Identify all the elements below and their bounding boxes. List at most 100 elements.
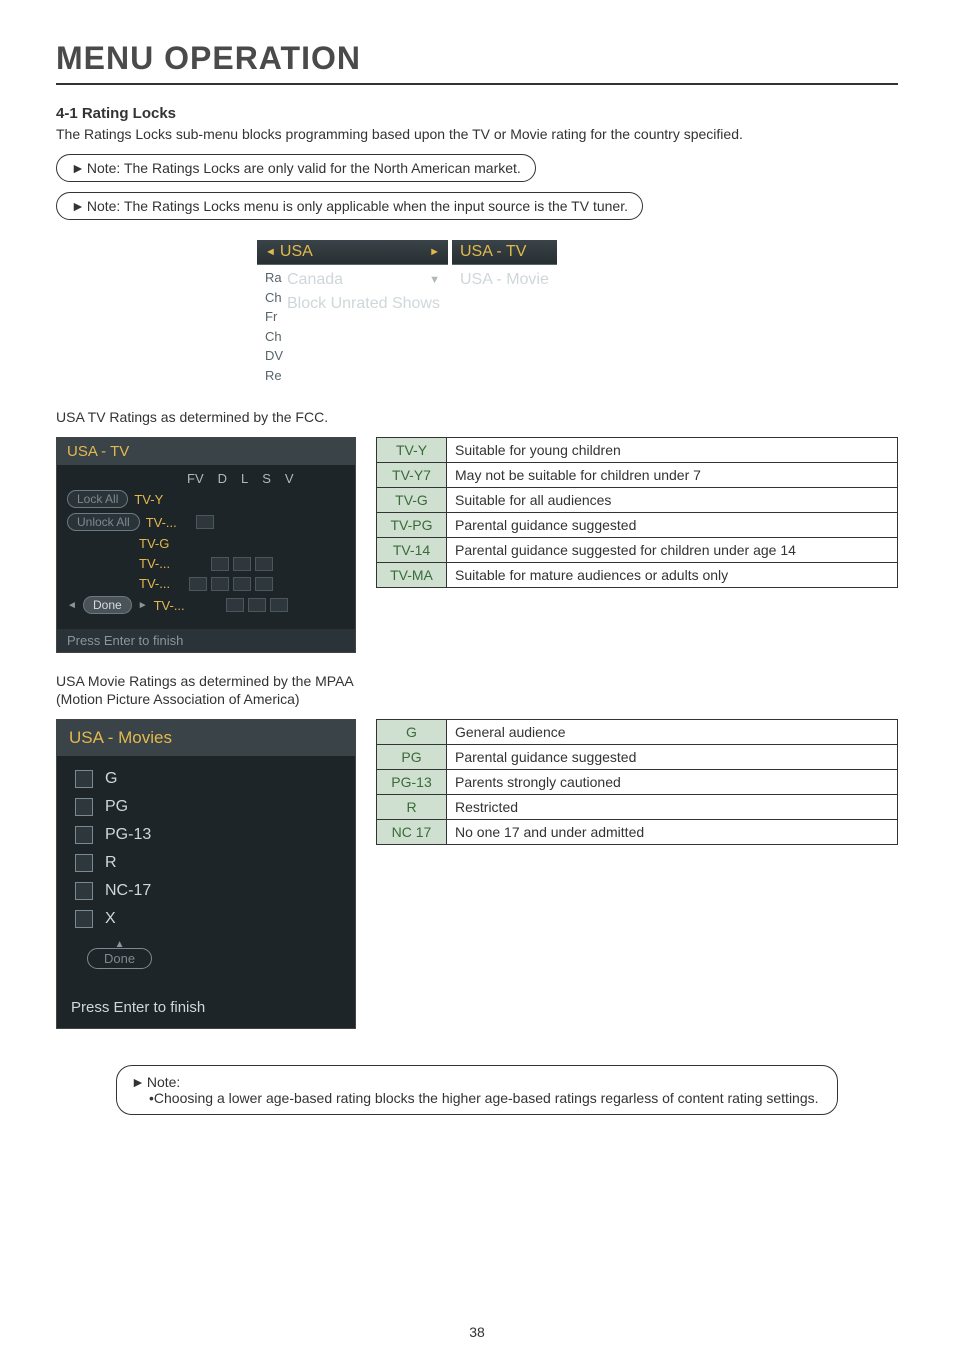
- rating-checkbox[interactable]: [189, 577, 207, 591]
- movie-rating-label: PG: [105, 798, 128, 816]
- rating-checkbox[interactable]: [75, 826, 93, 844]
- rating-checkbox[interactable]: [75, 770, 93, 788]
- rating-label: TV-...: [139, 576, 183, 591]
- table-row: TV-YSuitable for young children: [377, 438, 898, 463]
- country-submenu-panel: ◄ USA ► Ra Ch Fr Ch DV Re Canada ▼ Block…: [257, 240, 697, 385]
- rating-checkbox[interactable]: [211, 577, 229, 591]
- rating-code: TV-Y7: [377, 463, 447, 488]
- col-label: L: [241, 471, 248, 486]
- note-1-text: Note: The Ratings Locks are only valid f…: [87, 160, 521, 176]
- rating-desc: Parents strongly cautioned: [447, 770, 898, 795]
- rating-checkbox[interactable]: [75, 882, 93, 900]
- rating-checkbox[interactable]: [226, 598, 244, 612]
- country-right-header-text: USA - TV: [460, 243, 526, 261]
- table-row: RRestricted: [377, 795, 898, 820]
- note-label: Note:: [147, 1074, 180, 1090]
- rating-checkbox[interactable]: [233, 577, 251, 591]
- rating-desc: Parental guidance suggested: [447, 513, 898, 538]
- table-row: TV-GSuitable for all audiences: [377, 488, 898, 513]
- rating-checkbox[interactable]: [270, 598, 288, 612]
- usa-tv-panel: USA - TV FV D L S V Lock All TV-Y Unlock…: [56, 437, 356, 653]
- rating-desc: Suitable for mature audiences or adults …: [447, 563, 898, 588]
- done-button[interactable]: Done: [83, 596, 132, 614]
- usa-tv-ratings-table: TV-YSuitable for young children TV-Y7May…: [376, 437, 898, 588]
- unlock-all-button[interactable]: Unlock All: [67, 513, 140, 531]
- country-left-panel: ◄ USA ► Ra Ch Fr Ch DV Re Canada ▼ Block…: [257, 240, 448, 385]
- movie-rating-row[interactable]: PG: [75, 798, 337, 816]
- movie-rating-row[interactable]: R: [75, 854, 337, 872]
- obscured-menu-letters: Ra Ch Fr Ch DV Re: [265, 268, 287, 385]
- movie-rating-row[interactable]: PG-13: [75, 826, 337, 844]
- usa-movie-caption-line1: USA Movie Ratings as determined by the M…: [56, 673, 898, 689]
- rating-checkbox[interactable]: [75, 910, 93, 928]
- rating-row[interactable]: TV-...: [67, 556, 345, 571]
- lock-all-button[interactable]: Lock All: [67, 490, 128, 508]
- movie-rating-label: X: [105, 910, 116, 928]
- obscured-text: Fr: [265, 307, 287, 327]
- done-button[interactable]: ▲ Done: [87, 948, 152, 969]
- menu-item-usa-movie[interactable]: USA - Movie: [460, 268, 549, 292]
- menu-item-block-unrated[interactable]: Block Unrated Shows: [287, 292, 440, 316]
- rating-checkbox[interactable]: [255, 577, 273, 591]
- rating-desc: May not be suitable for children under 7: [447, 463, 898, 488]
- rating-code: TV-MA: [377, 563, 447, 588]
- rating-checkbox[interactable]: [248, 598, 266, 612]
- movie-rating-row[interactable]: NC-17: [75, 882, 337, 900]
- country-right-panel: USA - TV USA - Movie: [452, 240, 557, 385]
- col-label: D: [218, 471, 227, 486]
- rating-label: TV-Y: [134, 492, 178, 507]
- rating-code: TV-Y: [377, 438, 447, 463]
- rating-row[interactable]: TV-G: [67, 536, 345, 551]
- obscured-text: Ra: [265, 268, 287, 288]
- movie-rating-row[interactable]: X: [75, 910, 337, 928]
- rating-desc: Parental guidance suggested for children…: [447, 538, 898, 563]
- table-row: GGeneral audience: [377, 720, 898, 745]
- rating-checkbox[interactable]: [196, 515, 214, 529]
- chevron-up-icon: ▲: [115, 939, 125, 950]
- rating-checkbox[interactable]: [75, 798, 93, 816]
- rating-checkbox[interactable]: [211, 557, 229, 571]
- rating-row[interactable]: Unlock All TV-...: [67, 513, 345, 531]
- country-left-header[interactable]: ◄ USA ►: [257, 240, 448, 265]
- rating-code: PG: [377, 745, 447, 770]
- rating-row[interactable]: ◄ Done ► TV-...: [67, 596, 345, 614]
- movie-rating-label: G: [105, 770, 117, 788]
- chevron-right-icon: ►: [429, 246, 440, 258]
- chevron-left-icon: ◄: [67, 600, 77, 611]
- table-row: TV-Y7May not be suitable for children un…: [377, 463, 898, 488]
- rating-label: TV-...: [139, 556, 183, 571]
- country-left-header-text: USA: [280, 243, 313, 261]
- rating-row[interactable]: TV-...: [67, 576, 345, 591]
- usa-movie-caption-line2: (Motion Picture Association of America): [56, 691, 898, 707]
- rating-label: TV-...: [146, 515, 190, 530]
- play-icon: ►: [71, 160, 85, 176]
- table-row: NC 17No one 17 and under admitted: [377, 820, 898, 845]
- section-intro: The Ratings Locks sub-menu blocks progra…: [56, 126, 898, 142]
- rating-desc: General audience: [447, 720, 898, 745]
- rating-checkbox[interactable]: [75, 854, 93, 872]
- rating-code: R: [377, 795, 447, 820]
- done-button-label: Done: [104, 951, 135, 966]
- note-bullet: •Choosing a lower age-based rating block…: [131, 1090, 823, 1106]
- note-pill-1: ►Note: The Ratings Locks are only valid …: [56, 154, 536, 182]
- page-number: 38: [0, 1324, 954, 1340]
- col-label: V: [285, 471, 294, 486]
- obscured-text: DV: [265, 346, 287, 366]
- rating-code: TV-PG: [377, 513, 447, 538]
- usa-movies-panel: USA - Movies G PG PG-13 R NC-17 X ▲ Done…: [56, 719, 356, 1029]
- table-row: TV-14Parental guidance suggested for chi…: [377, 538, 898, 563]
- table-row: PG-13Parents strongly cautioned: [377, 770, 898, 795]
- menu-item-canada[interactable]: Canada ▼: [287, 268, 440, 292]
- rating-checkbox[interactable]: [233, 557, 251, 571]
- rating-label: TV-G: [139, 536, 183, 551]
- movie-rating-label: PG-13: [105, 826, 151, 844]
- movie-rating-row[interactable]: G: [75, 770, 337, 788]
- chevron-right-icon: ►: [138, 600, 148, 611]
- page-title: MENU OPERATION: [56, 40, 898, 77]
- rating-row[interactable]: Lock All TV-Y: [67, 490, 345, 508]
- title-rule: [56, 83, 898, 85]
- rating-checkbox[interactable]: [255, 557, 273, 571]
- table-row: PGParental guidance suggested: [377, 745, 898, 770]
- rating-desc: Restricted: [447, 795, 898, 820]
- panel-footer-hint: Press Enter to finish: [57, 629, 355, 652]
